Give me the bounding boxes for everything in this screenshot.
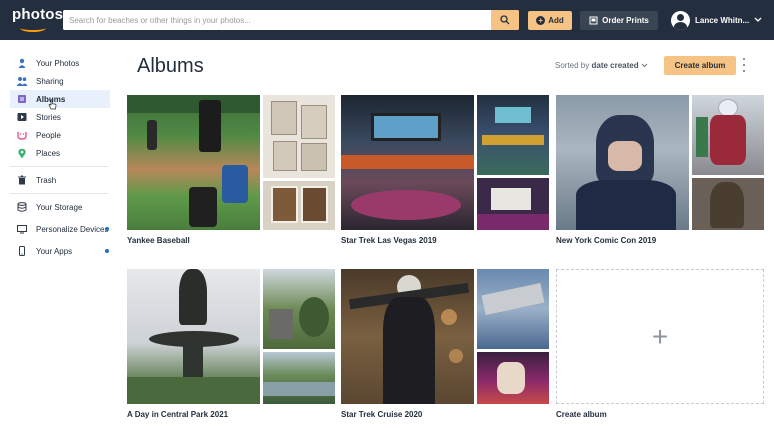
top-bar: photos + Add Order Prints Lance Whitn...	[0, 0, 774, 40]
album-photo	[692, 178, 764, 230]
notification-dot	[105, 249, 109, 253]
album-photo	[477, 269, 549, 349]
notification-dot	[105, 227, 109, 231]
sidebar-item-trash[interactable]: Trash	[10, 171, 110, 189]
sidebar-item-label: People	[36, 130, 61, 140]
sidebar-item-label: Stories	[36, 112, 61, 122]
album-photo	[477, 178, 549, 230]
album-photo	[263, 181, 335, 230]
order-prints-button[interactable]: Order Prints	[580, 11, 658, 30]
search-button[interactable]	[491, 10, 519, 30]
prints-icon	[589, 16, 598, 25]
album-card-a-day-in-central-park-2021[interactable]: A Day in Central Park 2021	[127, 269, 335, 419]
user-menu[interactable]: Lance Whitn...	[671, 9, 762, 31]
sort-prefix: Sorted by	[555, 61, 590, 70]
sort-value: date created	[591, 61, 639, 70]
people-icon	[16, 75, 28, 87]
album-title: Star Trek Las Vegas 2019	[341, 236, 437, 245]
sidebar-item-sharing[interactable]: Sharing	[10, 72, 110, 90]
sidebar-item-your-photos[interactable]: Your Photos	[10, 54, 110, 72]
database-icon	[16, 201, 28, 213]
page-title: Albums	[137, 55, 204, 77]
album-card-star-trek-cruise-2020[interactable]: Star Trek Cruise 2020	[341, 269, 549, 419]
album-photo	[341, 95, 474, 230]
pin-icon	[16, 147, 28, 159]
sidebar-item-label: Sharing	[36, 76, 64, 86]
sidebar: Your Photos Sharing Albums Stories Peopl…	[10, 54, 110, 260]
album-collage	[127, 95, 335, 230]
sidebar-item-label: Personalize Devices	[36, 224, 109, 234]
album-photo	[692, 95, 764, 175]
user-name: Lance Whitn...	[695, 15, 750, 25]
album-card-new-york-comic-con-2019[interactable]: New York Comic Con 2019	[556, 95, 764, 245]
person-icon	[16, 57, 28, 69]
album-collage	[127, 269, 335, 404]
sidebar-item-albums[interactable]: Albums	[10, 90, 110, 110]
create-album-button[interactable]: Create album	[664, 56, 736, 75]
album-photo	[263, 269, 335, 349]
album-collage	[556, 95, 764, 230]
phone-icon	[16, 245, 28, 257]
order-prints-label: Order Prints	[602, 16, 649, 25]
chevron-down-icon	[754, 17, 762, 22]
sidebar-item-personalize-devices[interactable]: Personalize Devices	[10, 220, 110, 238]
plus-icon: +	[556, 269, 764, 404]
album-card-star-trek-las-vegas-2019[interactable]: Star Trek Las Vegas 2019	[341, 95, 549, 245]
chevron-down-icon	[641, 63, 648, 68]
monitor-icon	[16, 223, 28, 235]
album-photo	[263, 352, 335, 404]
sidebar-divider	[10, 166, 108, 167]
sidebar-divider	[10, 193, 108, 194]
trash-icon	[16, 174, 28, 186]
sidebar-item-label: Your Photos	[36, 58, 80, 68]
sidebar-item-stories[interactable]: Stories	[10, 108, 110, 126]
album-title: Create album	[556, 410, 607, 419]
album-icon	[16, 93, 28, 105]
sort-dropdown[interactable]: Sorted by date created	[555, 61, 648, 70]
add-button[interactable]: + Add	[528, 11, 572, 30]
smile-icon	[20, 24, 46, 32]
sidebar-item-label: Your Storage	[36, 202, 83, 212]
search-input[interactable]	[63, 10, 491, 30]
album-photo	[477, 352, 549, 404]
search-icon	[500, 15, 510, 25]
album-title: A Day in Central Park 2021	[127, 410, 229, 419]
more-options-icon[interactable]	[741, 58, 747, 72]
album-photo	[341, 269, 474, 404]
album-photo	[477, 95, 549, 175]
sidebar-item-people[interactable]: People	[10, 126, 110, 144]
plus-circle-icon: +	[536, 16, 546, 25]
album-card-yankee-baseball[interactable]: Yankee Baseball	[127, 95, 335, 245]
album-photo	[263, 95, 335, 178]
sidebar-item-places[interactable]: Places	[10, 144, 110, 162]
album-collage	[341, 269, 549, 404]
album-photo	[556, 95, 689, 230]
create-album-card[interactable]: + Create album	[556, 269, 764, 419]
logo-text: photos	[12, 6, 64, 23]
play-icon	[16, 111, 28, 123]
album-photo	[127, 269, 260, 404]
sidebar-item-your-apps[interactable]: Your Apps	[10, 242, 110, 260]
search-bar	[63, 10, 519, 30]
album-collage	[341, 95, 549, 230]
sidebar-item-your-storage[interactable]: Your Storage	[10, 198, 110, 216]
sidebar-item-label: Trash	[36, 175, 57, 185]
album-photo	[127, 95, 260, 230]
avatar-icon	[671, 10, 690, 30]
sidebar-item-label: Your Apps	[36, 246, 73, 256]
album-collage: +	[556, 269, 764, 404]
sidebar-item-label: Places	[36, 148, 61, 158]
album-title: Yankee Baseball	[127, 236, 190, 245]
album-title: Star Trek Cruise 2020	[341, 410, 423, 419]
add-button-label: Add	[548, 16, 564, 25]
face-icon	[16, 129, 28, 141]
album-title: New York Comic Con 2019	[556, 236, 657, 245]
amazon-photos-logo[interactable]: photos	[12, 6, 63, 36]
